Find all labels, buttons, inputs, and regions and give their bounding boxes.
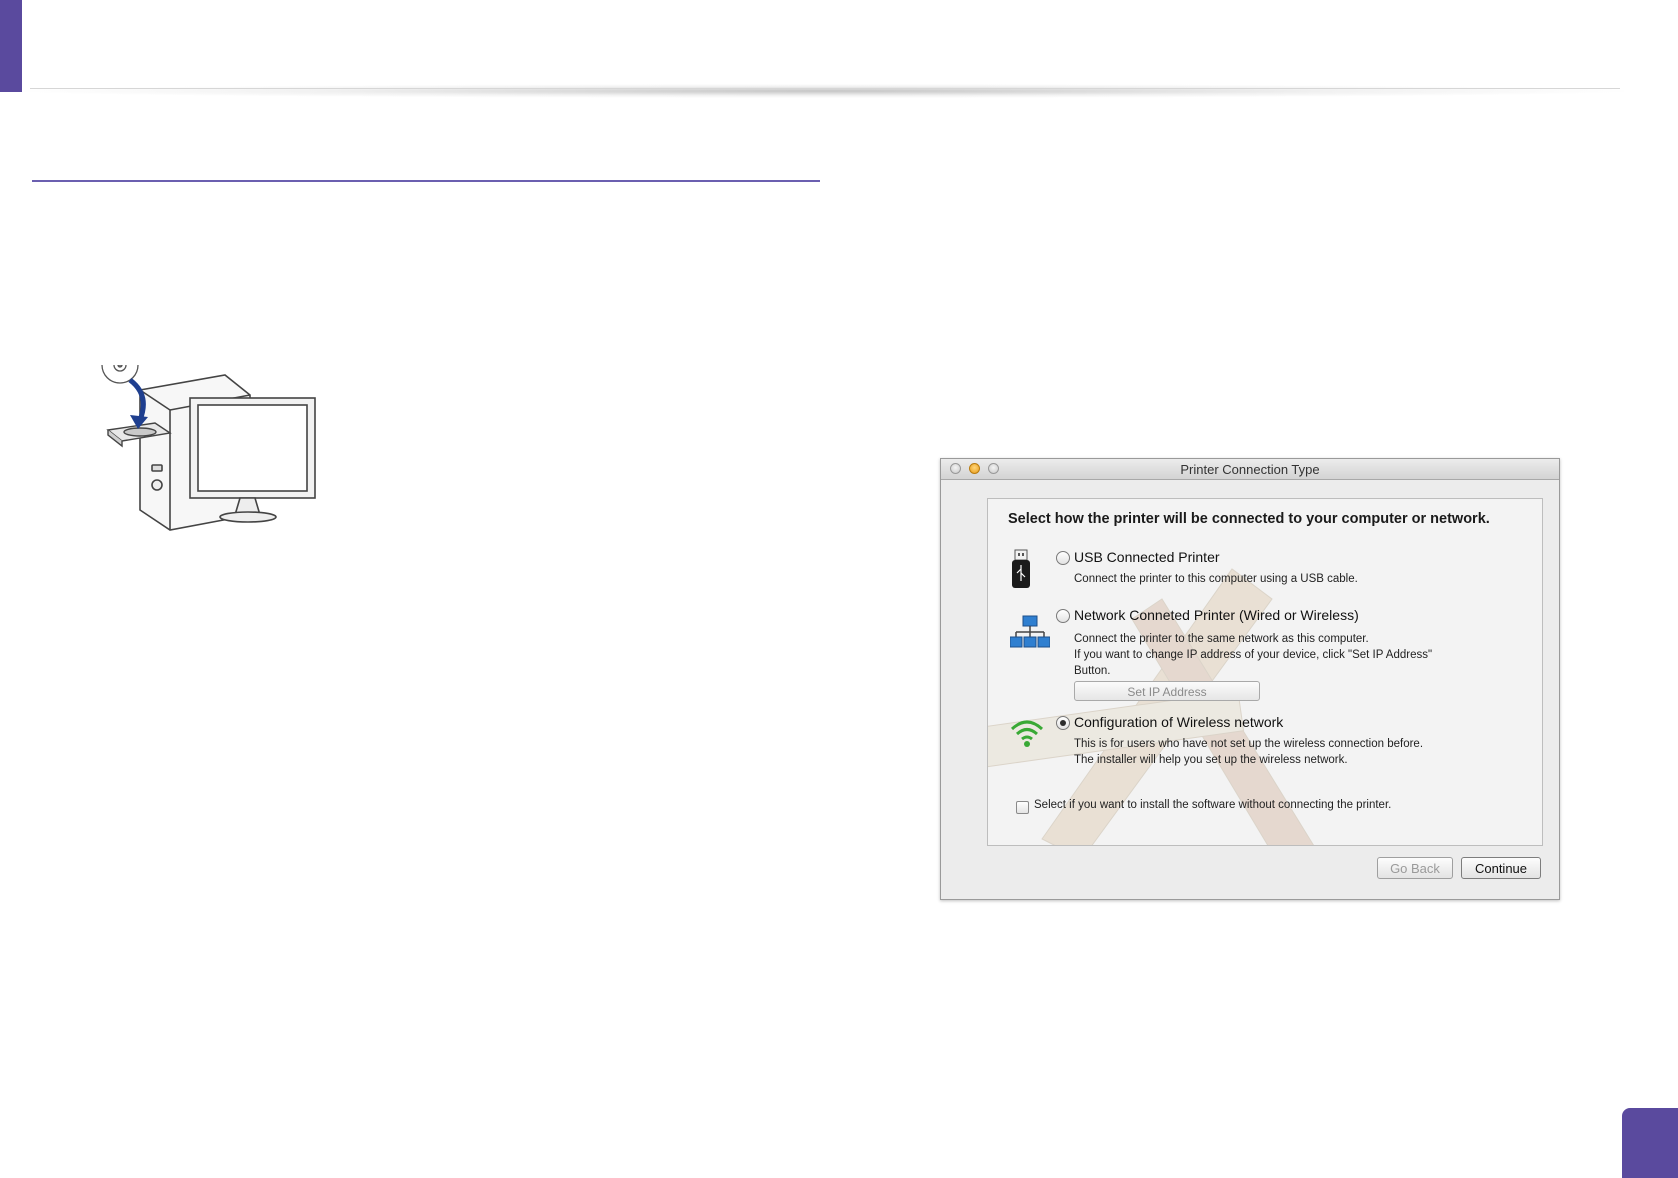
usb-printer-radio[interactable] — [1056, 551, 1070, 565]
section-rule — [32, 180, 820, 182]
wireless-config-label[interactable]: Configuration of Wireless network — [1074, 714, 1283, 730]
install-without-printer-label[interactable]: Select if you want to install the softwa… — [1034, 799, 1391, 811]
dialog-heading: Select how the printer will be connected… — [1008, 511, 1490, 527]
title-bar: Printer Connection Type — [941, 459, 1559, 480]
network-printer-label[interactable]: Network Conneted Printer (Wired or Wirel… — [1074, 607, 1359, 623]
usb-printer-label[interactable]: USB Connected Printer — [1074, 549, 1220, 565]
header-divider — [30, 88, 1620, 89]
printer-connection-dialog: Printer Connection Type Select how the p… — [940, 458, 1560, 900]
wireless-config-description-2: The installer will help you set up the w… — [1074, 754, 1348, 766]
header-shadow — [24, 84, 1624, 98]
set-ip-address-button[interactable]: Set IP Address — [1074, 681, 1260, 701]
continue-button[interactable]: Continue — [1461, 857, 1541, 879]
wifi-icon — [1010, 720, 1044, 747]
wireless-config-radio[interactable] — [1056, 716, 1070, 730]
wireless-config-description-1: This is for users who have not set up th… — [1074, 738, 1424, 750]
network-printer-description-2: If you want to change IP address of your… — [1074, 649, 1433, 661]
page-number-badge — [1622, 1108, 1678, 1178]
network-printer-radio[interactable] — [1056, 609, 1070, 623]
network-printer-description-3: Button. — [1074, 665, 1111, 677]
chapter-tab — [0, 0, 22, 92]
insert-arrow-icon — [128, 378, 146, 421]
window-title: Printer Connection Type — [1180, 462, 1320, 477]
network-icon — [1010, 615, 1050, 648]
options-panel: Select how the printer will be connected… — [987, 498, 1543, 846]
go-back-button[interactable]: Go Back — [1377, 857, 1453, 879]
usb-printer-description: Connect the printer to this computer usi… — [1074, 573, 1358, 585]
install-cd-illustration — [101, 365, 316, 531]
usb-icon — [1012, 549, 1030, 588]
network-printer-description-1: Connect the printer to the same network … — [1074, 633, 1369, 645]
install-without-printer-checkbox[interactable] — [1016, 801, 1029, 814]
